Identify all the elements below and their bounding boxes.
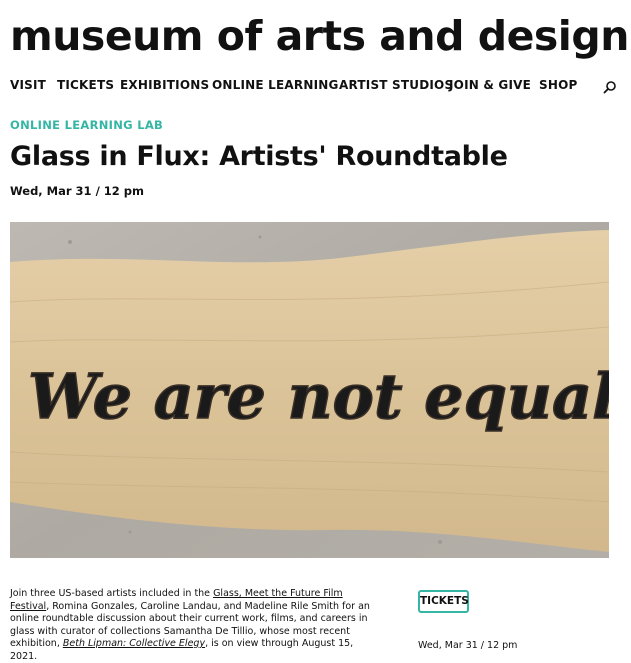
nav-item-tickets[interactable]: TICKETS bbox=[57, 78, 114, 92]
event-date: Wed, Mar 31 / 12 pm bbox=[10, 184, 144, 198]
hero-artwork-text: We are not equal bbox=[28, 360, 609, 433]
event-description: Join three US-based artists included in … bbox=[10, 588, 370, 662]
sidebar-date: Wed, Mar 31 / 12 pm bbox=[418, 640, 518, 651]
main-nav: VISIT TICKETS EXHIBITIONS ONLINE LEARNIN… bbox=[10, 78, 617, 96]
nav-item-online-learning[interactable]: ONLINE LEARNING bbox=[212, 78, 339, 92]
nav-item-shop[interactable]: SHOP bbox=[539, 78, 577, 92]
nav-item-artist-studios[interactable]: ARTIST STUDIOS bbox=[339, 78, 453, 92]
site-title[interactable]: museum of arts and design bbox=[10, 6, 629, 66]
event-category[interactable]: ONLINE LEARNING LAB bbox=[10, 118, 163, 132]
nav-item-visit[interactable]: VISIT bbox=[10, 78, 46, 92]
event-hero-image: We are not equal bbox=[10, 222, 609, 558]
tickets-button[interactable]: TICKETS bbox=[418, 590, 469, 613]
exhibition-link[interactable]: Beth Lipman: Collective Elegy bbox=[63, 638, 205, 649]
nav-item-exhibitions[interactable]: EXHIBITIONS bbox=[120, 78, 209, 92]
nav-item-join-give[interactable]: JOIN & GIVE bbox=[449, 78, 531, 92]
search-icon[interactable] bbox=[603, 79, 617, 94]
page-title: Glass in Flux: Artists' Roundtable bbox=[10, 141, 508, 172]
